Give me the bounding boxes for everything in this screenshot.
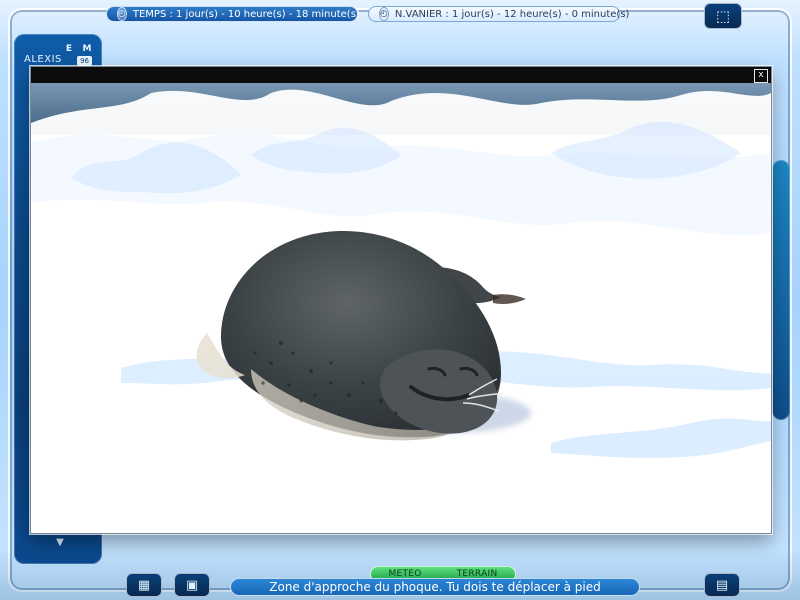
seal-photo-svg xyxy=(31,83,771,533)
document-button[interactable]: ▤ xyxy=(704,573,740,597)
clock-icon: ◴ xyxy=(117,7,127,21)
letter-e: E xyxy=(65,44,73,54)
modal-titlebar: x xyxy=(31,67,771,83)
close-icon[interactable]: x xyxy=(754,69,768,83)
photo-modal: x xyxy=(30,66,772,534)
calendar-icon: ▦ xyxy=(137,577,151,593)
document-icon: ▤ xyxy=(715,577,729,593)
letter-m: M xyxy=(82,44,92,54)
calendar-button[interactable]: ▦ xyxy=(126,573,162,597)
player-name: ALEXIS xyxy=(24,54,62,65)
save-icon: ▣ xyxy=(185,577,199,593)
seal-photo xyxy=(31,83,771,533)
down-arrow-icon[interactable]: ▼ xyxy=(52,536,68,548)
time-text: TEMPS : 1 jour(s) - 10 heure(s) - 18 min… xyxy=(132,8,360,20)
vanier-status: ◴ N.VANIER : 1 jour(s) - 12 heure(s) - 0… xyxy=(368,6,629,22)
footer-message: Zone d'approche du phoque. Tu dois te dé… xyxy=(230,578,640,596)
save-button[interactable]: ▣ xyxy=(174,573,210,597)
square-arrow-icon: ⬚ xyxy=(715,7,731,25)
clock-icon: ◴ xyxy=(379,7,389,21)
number-badge: 96 xyxy=(77,56,92,66)
vanier-text: N.VANIER : 1 jour(s) - 12 heure(s) - 0 m… xyxy=(394,8,630,20)
right-rail xyxy=(772,160,790,420)
letters: E M xyxy=(64,44,92,54)
top-right-button[interactable]: ⬚ xyxy=(704,3,742,29)
time-status: ◴ TEMPS : 1 jour(s) - 10 heure(s) - 18 m… xyxy=(106,6,360,22)
footer-message-text: Zone d'approche du phoque. Tu dois te dé… xyxy=(269,580,601,594)
